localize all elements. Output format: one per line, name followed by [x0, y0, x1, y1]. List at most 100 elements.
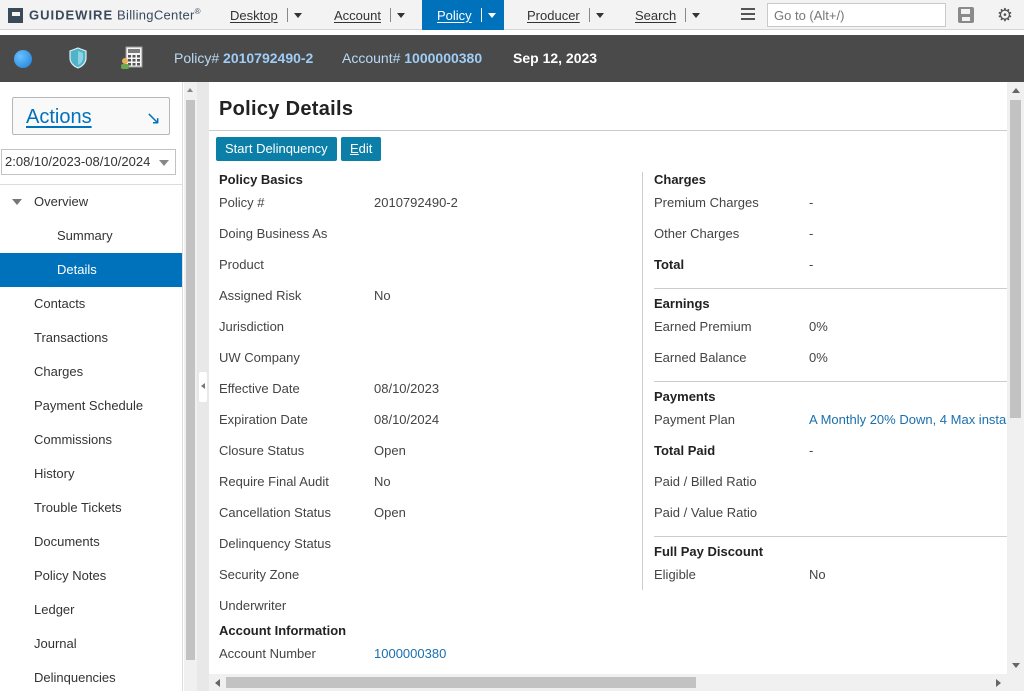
sidebar-item-summary[interactable]: Summary [0, 219, 182, 253]
start-delinquency-button[interactable]: Start Delinquency [216, 137, 337, 161]
sidebar-scroll-thumb[interactable] [186, 100, 195, 660]
guidewire-logo: GUIDEWIRE BillingCenter® [8, 6, 201, 24]
field-label: Other Charges [654, 226, 740, 241]
chevron-down-icon[interactable] [692, 12, 701, 18]
sidebar-item-contacts[interactable]: Contacts [0, 287, 182, 321]
sidebar-item-journal[interactable]: Journal [0, 627, 182, 661]
field-label: Account Number [219, 646, 316, 661]
tab-search-label: Search [635, 7, 677, 23]
sidebar-item-charges[interactable]: Charges [0, 355, 182, 389]
sidebar-item-ledger[interactable]: Ledger [0, 593, 182, 627]
section-payments: Payments [654, 389, 716, 404]
policy-period-value: 2:08/10/2023-08/10/2024 [5, 154, 151, 169]
field-label: Cancellation Status [219, 505, 332, 520]
sidebar-item-documents[interactable]: Documents [0, 525, 182, 559]
scroll-up-icon[interactable] [1012, 88, 1020, 93]
scroll-up-icon[interactable] [187, 88, 193, 92]
field-value: - [809, 257, 814, 272]
scroll-left-icon[interactable] [215, 679, 220, 687]
sidebar-item-commissions[interactable]: Commissions [0, 423, 182, 457]
chevron-down-icon[interactable] [595, 12, 604, 18]
field-value: No [809, 567, 826, 582]
field-value: Open [374, 505, 406, 520]
chevron-down-icon[interactable] [293, 12, 302, 18]
sidebar-scrollbar[interactable] [184, 82, 197, 691]
vertical-scroll-thumb[interactable] [1010, 100, 1021, 418]
section-account-information: Account Information [219, 623, 347, 638]
tab-search[interactable]: Search [635, 0, 701, 30]
tab-producer-label: Producer [527, 7, 580, 23]
current-date: Sep 12, 2023 [513, 50, 598, 66]
main-horizontal-scrollbar[interactable] [209, 674, 1007, 691]
field-value: 08/10/2024 [374, 412, 440, 427]
field-label: Expiration Date [219, 412, 308, 427]
field-label: Paid / Value Ratio [654, 505, 758, 520]
scroll-down-icon[interactable] [1012, 663, 1020, 668]
chevron-down-icon[interactable] [396, 12, 405, 18]
tab-policy-label: Policy [437, 7, 472, 23]
actions-button[interactable]: Actions ↘ [12, 97, 170, 135]
sidebar-item-trouble-tickets[interactable]: Trouble Tickets [0, 491, 182, 525]
globe-icon[interactable] [14, 50, 32, 68]
calculator-icon[interactable] [120, 46, 144, 70]
tab-account[interactable]: Account [334, 0, 405, 30]
field-label: Jurisdiction [219, 319, 285, 334]
field-label: Earned Balance [654, 350, 747, 365]
sidebar-menu: Overview Summary Details Contacts Transa… [0, 185, 182, 691]
field-value: 08/10/2023 [374, 381, 440, 396]
field-label: Assigned Risk [219, 288, 302, 303]
menu-icon[interactable] [741, 8, 755, 21]
sidebar: Actions ↘ 2:08/10/2023-08/10/2024 Overvi… [0, 82, 183, 691]
panel-splitter[interactable] [197, 82, 209, 691]
arrow-down-right-icon: ↘ [145, 108, 161, 128]
goto-input[interactable] [767, 3, 946, 27]
scroll-right-icon[interactable] [996, 679, 1001, 687]
policy-number-link[interactable]: Policy# 2010792490-2 [174, 50, 313, 66]
field-label: Effective Date [219, 381, 300, 396]
field-label: Product [219, 257, 264, 272]
payment-plan-link[interactable]: A Monthly 20% Down, 4 Max installments [809, 412, 1007, 427]
chevron-down-icon[interactable] [487, 12, 496, 18]
chevron-down-icon [159, 160, 169, 166]
expand-triangle-icon[interactable] [12, 199, 22, 205]
tab-policy[interactable]: Policy [422, 0, 504, 30]
tab-desktop[interactable]: Desktop [230, 0, 302, 30]
sidebar-item-payment-schedule[interactable]: Payment Schedule [0, 389, 182, 423]
field-value: No [374, 474, 391, 489]
tab-producer[interactable]: Producer [527, 0, 604, 30]
shield-icon[interactable] [68, 47, 88, 69]
tab-account-label: Account [334, 7, 381, 23]
gear-icon[interactable]: ⚙ [995, 5, 1015, 25]
section-full-pay-discount: Full Pay Discount [654, 544, 764, 559]
account-number-link[interactable]: Account# 1000000380 [342, 50, 482, 66]
field-value: 2010792490-2 [374, 195, 458, 210]
sidebar-item-history[interactable]: History [0, 457, 182, 491]
main-vertical-scrollbar[interactable] [1007, 82, 1024, 674]
logo-text: GUIDEWIRE BillingCenter® [29, 7, 201, 23]
field-value: 0% [809, 350, 828, 365]
sidebar-item-overview[interactable]: Overview [0, 185, 182, 219]
edit-button[interactable]: Edit [341, 137, 382, 161]
section-charges: Charges [654, 172, 707, 187]
sidebar-item-details[interactable]: Details [0, 253, 182, 287]
field-label: Payment Plan [654, 412, 735, 427]
save-icon[interactable] [958, 7, 974, 23]
collapse-sidebar-icon[interactable] [199, 372, 207, 402]
field-label: Eligible [654, 567, 696, 582]
field-label: Total [654, 257, 685, 272]
sidebar-item-transactions[interactable]: Transactions [0, 321, 182, 355]
page-title: Policy Details [219, 98, 354, 120]
actions-label: Actions [26, 106, 92, 128]
account-number-value-link[interactable]: 1000000380 [374, 646, 446, 661]
section-earnings: Earnings [654, 296, 710, 311]
sidebar-item-delinquencies[interactable]: Delinquencies [0, 661, 182, 691]
sidebar-item-policy-notes[interactable]: Policy Notes [0, 559, 182, 593]
field-label: Premium Charges [654, 195, 759, 210]
horizontal-scroll-thumb[interactable] [226, 677, 696, 688]
field-label: Doing Business As [219, 226, 328, 241]
field-label: UW Company [219, 350, 300, 365]
field-label: Security Zone [219, 567, 300, 582]
context-info-bar: Policy# 2010792490-2 Account# 1000000380… [0, 35, 1024, 82]
field-label: Require Final Audit [219, 474, 329, 489]
policy-period-select[interactable]: 2:08/10/2023-08/10/2024 [1, 149, 176, 175]
